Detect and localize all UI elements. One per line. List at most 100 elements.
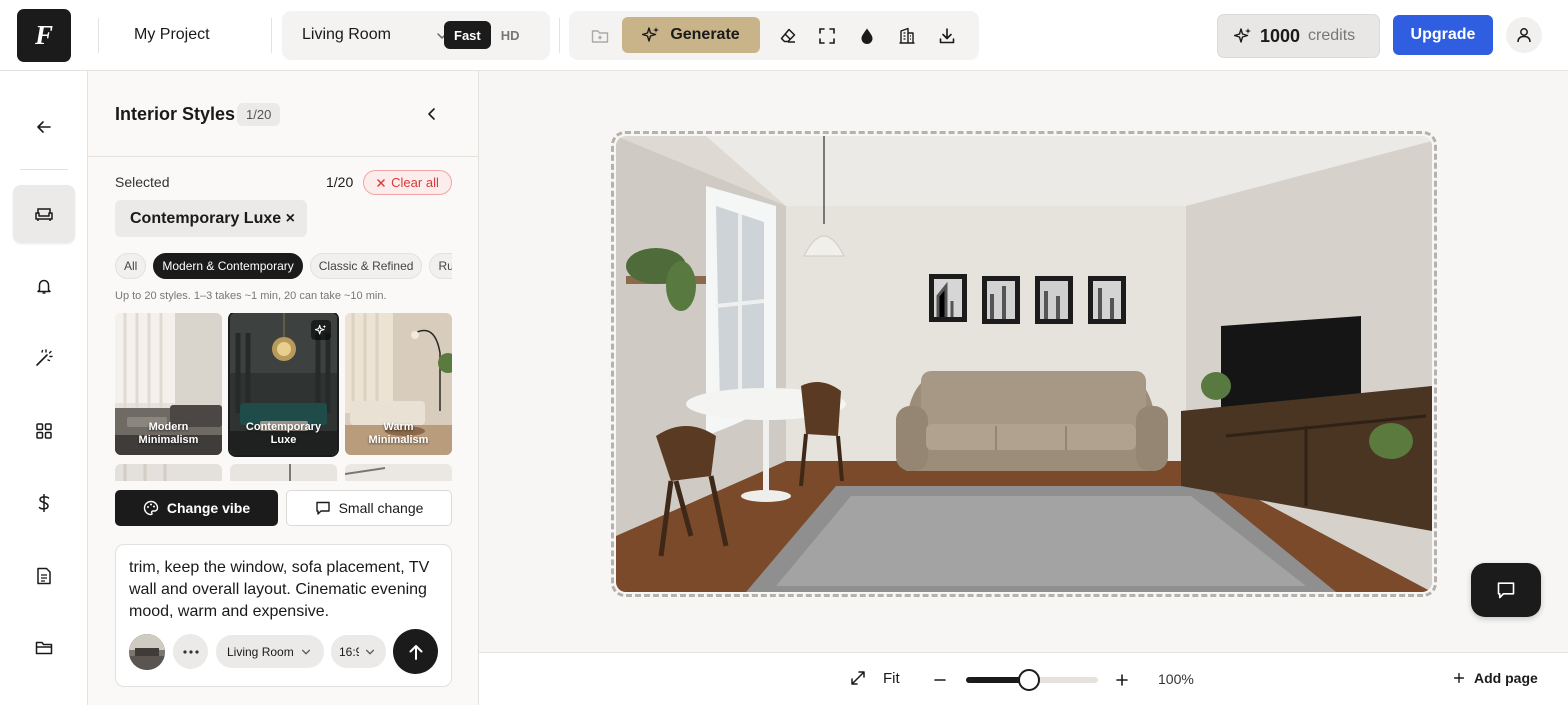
filter-classic-refined[interactable]: Classic & Refined — [309, 253, 423, 279]
back-arrow-icon — [35, 118, 53, 136]
aspect-ratio-select[interactable]: 16:9 — [331, 635, 386, 668]
plus-icon — [1452, 671, 1466, 685]
change-vibe-button[interactable]: Change vibe — [115, 490, 278, 526]
tile-label: Modern Minimalism — [138, 421, 199, 446]
chevron-down-icon — [364, 646, 376, 658]
style-thumbnail — [230, 464, 337, 481]
rail-item-documents[interactable] — [13, 547, 75, 605]
project-title[interactable]: My Project — [134, 26, 210, 44]
style-tile-warm-minimalism[interactable]: Warm Minimalism — [345, 313, 452, 455]
zoom-in-button[interactable] — [1114, 672, 1130, 688]
style-tile[interactable] — [345, 464, 452, 481]
prompt-room-select[interactable]: Living Room — [216, 635, 324, 668]
expand-icon[interactable] — [816, 25, 838, 47]
divider — [559, 18, 560, 53]
upgrade-button[interactable]: Upgrade — [1393, 15, 1493, 55]
selected-label: Selected — [115, 174, 170, 190]
generate-button[interactable]: Generate — [622, 17, 760, 53]
rail-item-gallery[interactable] — [13, 402, 75, 460]
eraser-icon[interactable] — [777, 25, 799, 47]
more-options-button[interactable] — [173, 634, 208, 669]
prompt-box: trim, keep the window, sofa placement, T… — [115, 544, 452, 687]
download-icon[interactable] — [936, 25, 958, 47]
building-icon[interactable] — [896, 25, 918, 47]
selected-style-chip[interactable]: Contemporary Luxe × — [115, 200, 307, 237]
plus-icon — [1114, 672, 1130, 688]
panel-header: Interior Styles 1/20 — [88, 71, 478, 157]
collapse-panel-button[interactable] — [422, 104, 442, 124]
folder-add-icon[interactable] — [589, 25, 611, 47]
app-logo[interactable]: F — [17, 9, 71, 62]
tool-group: Generate — [569, 11, 979, 60]
small-change-label: Small change — [338, 500, 424, 516]
fit-button[interactable]: Fit — [849, 669, 900, 687]
style-tile-contemporary-luxe[interactable]: Contemporary Luxe — [230, 313, 337, 455]
send-button[interactable] — [393, 629, 438, 674]
room-photo — [616, 136, 1432, 592]
quality-toggle: Fast HD — [444, 21, 530, 49]
filter-rustic[interactable]: Rus — [429, 253, 452, 279]
user-menu-button[interactable] — [1506, 17, 1542, 53]
filter-modern-contemporary[interactable]: Modern & Contemporary — [153, 253, 303, 279]
bell-icon — [35, 277, 53, 295]
image-frame[interactable] — [611, 131, 1437, 597]
style-tiles: Modern Minimalism Contemporary Luxe Warm… — [115, 313, 452, 481]
chat-button[interactable] — [1471, 563, 1541, 617]
style-tile[interactable] — [230, 464, 337, 481]
ellipsis-icon — [182, 649, 199, 654]
panel-title: Interior Styles — [115, 104, 236, 124]
filter-all[interactable]: All — [115, 253, 147, 279]
expand-diagonal-icon — [849, 669, 867, 687]
rail-item-notifications[interactable] — [13, 257, 75, 315]
grid-icon — [35, 422, 53, 440]
rail-item-styles[interactable] — [13, 185, 75, 243]
bottom-bar: Fit 100% Add page — [479, 652, 1568, 705]
style-thumbnail — [345, 464, 452, 481]
style-thumbnail — [115, 464, 222, 481]
quality-fast-button[interactable]: Fast — [444, 21, 491, 49]
tile-label: Contemporary Luxe — [245, 421, 322, 446]
left-rail — [0, 71, 88, 705]
credits-display[interactable]: 1000 credits — [1217, 14, 1380, 58]
user-icon — [1515, 26, 1533, 44]
fit-label: Fit — [883, 669, 900, 687]
style-tile[interactable] — [115, 464, 222, 481]
credits-value: 1000 — [1260, 25, 1301, 46]
divider — [20, 169, 68, 170]
rail-item-pricing[interactable] — [13, 474, 75, 532]
room-image — [616, 136, 1432, 592]
zoom-slider[interactable] — [966, 669, 1098, 691]
room-type-select[interactable]: Living Room — [302, 26, 447, 44]
clear-all-button[interactable]: Clear all — [363, 170, 452, 195]
rail-item-projects[interactable] — [13, 619, 75, 677]
quality-hd-button[interactable]: HD — [491, 21, 530, 49]
generate-label: Generate — [670, 26, 740, 43]
prompt-room-value: Living Room — [227, 644, 294, 659]
magic-wand-icon — [35, 349, 53, 367]
style-tile-modern-minimalism[interactable]: Modern Minimalism — [115, 313, 222, 455]
change-vibe-label: Change vibe — [166, 500, 251, 516]
style-filters: All Modern & Contemporary Classic & Refi… — [115, 253, 452, 281]
room-type-value: Living Room — [302, 26, 391, 43]
style-count-badge: 1/20 — [237, 103, 281, 126]
close-icon — [376, 178, 386, 188]
zoom-out-button[interactable] — [932, 672, 948, 688]
aspect-ratio-value: 16:9 — [339, 644, 359, 659]
zoom-slider-handle[interactable] — [1018, 669, 1041, 691]
back-button[interactable] — [13, 98, 75, 156]
sparkle-icon — [311, 320, 331, 340]
chat-bubble-icon — [315, 500, 331, 516]
divider — [98, 18, 99, 53]
room-quality-group: Living Room Fast HD — [282, 11, 550, 60]
rail-item-magic[interactable] — [13, 329, 75, 387]
add-page-button[interactable]: Add page — [1452, 670, 1538, 686]
logo-letter: F — [34, 20, 53, 50]
sparkle-icon — [642, 26, 660, 44]
chevron-down-icon — [300, 646, 312, 658]
reference-image-thumbnail[interactable] — [129, 634, 165, 670]
arrow-up-icon — [407, 643, 425, 661]
interior-styles-panel: Interior Styles 1/20 Selected 1/20 Clear… — [88, 71, 479, 705]
prompt-input[interactable]: trim, keep the window, sofa placement, T… — [129, 557, 439, 623]
drop-icon[interactable] — [856, 25, 878, 47]
small-change-button[interactable]: Small change — [286, 490, 452, 526]
